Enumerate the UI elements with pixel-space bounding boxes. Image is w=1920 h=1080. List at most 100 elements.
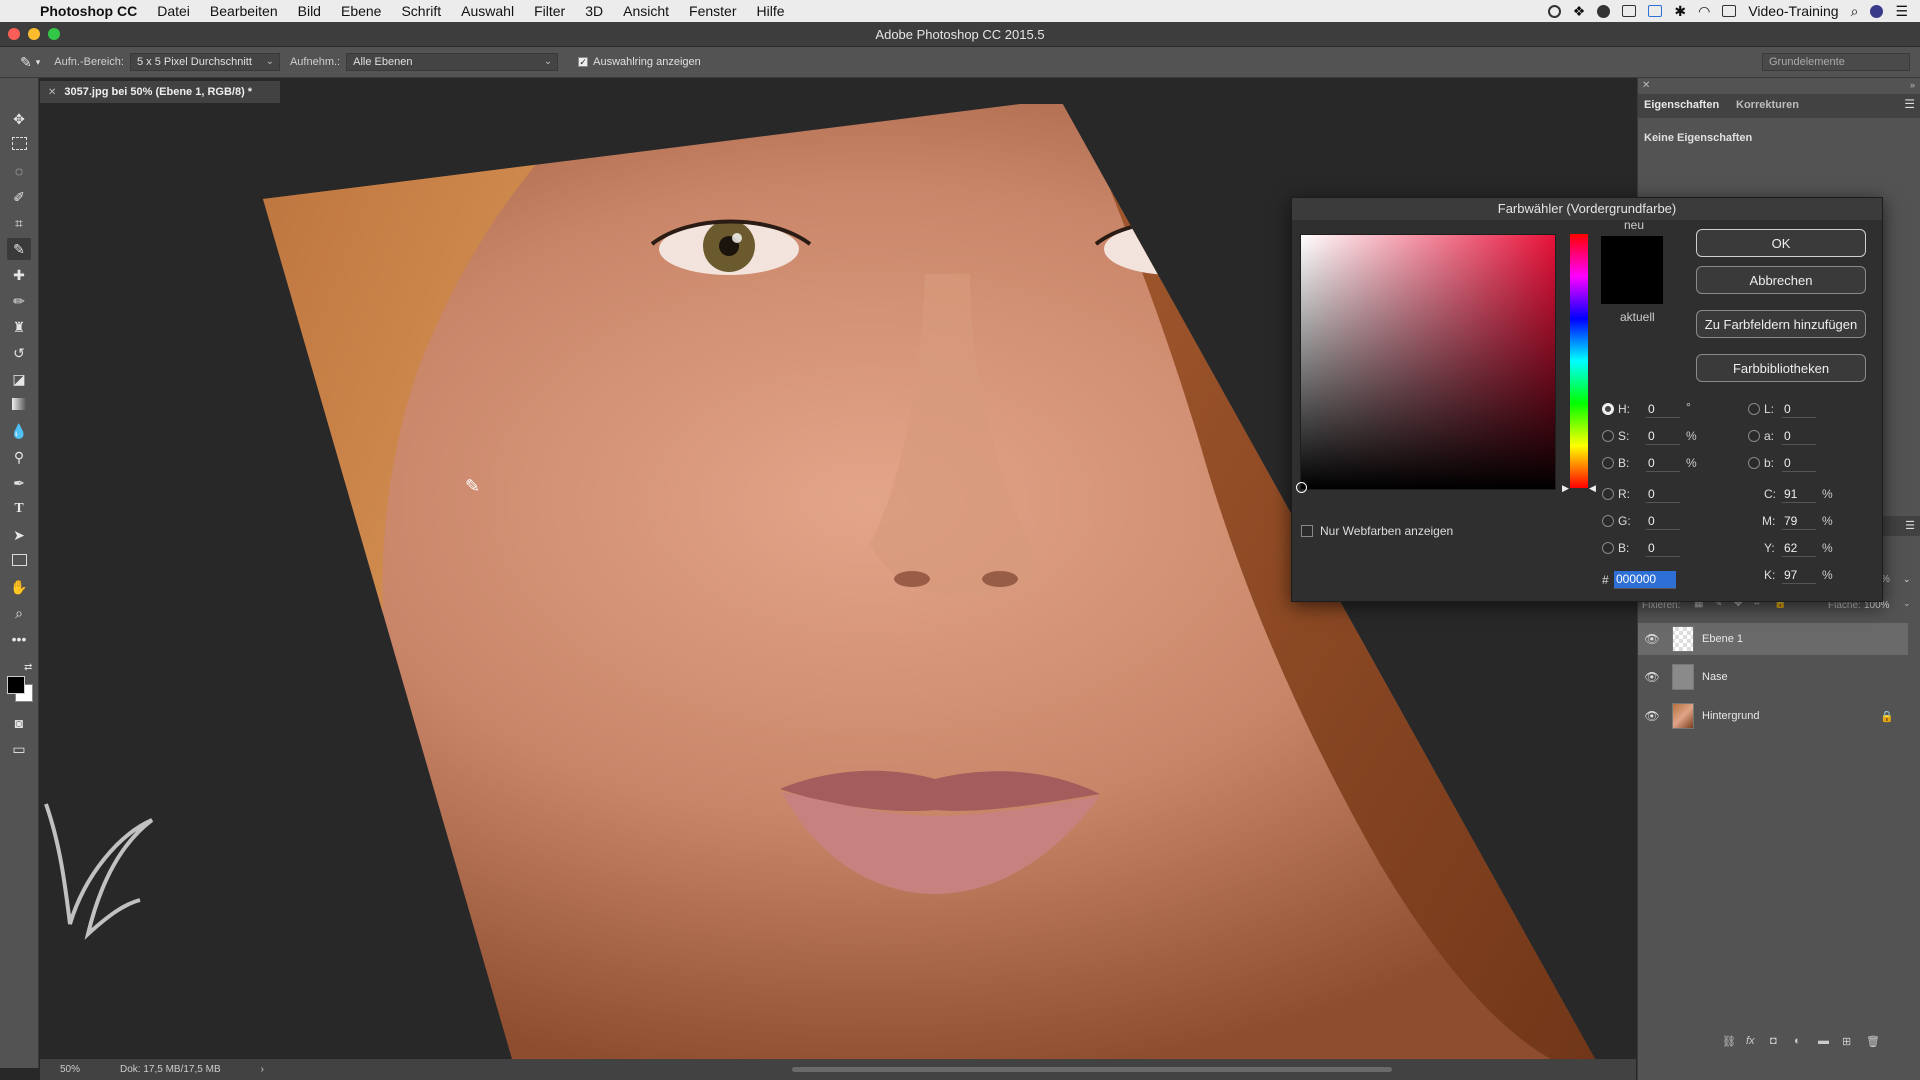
- hue-field[interactable]: 0: [1646, 401, 1680, 418]
- zoom-window-icon[interactable]: [48, 28, 60, 40]
- lab-l-field[interactable]: 0: [1782, 401, 1816, 418]
- layers-panel-menu-icon[interactable]: ☰: [1905, 519, 1915, 532]
- sample-size-select[interactable]: 5 x 5 Pixel Durchschnitt ⌄: [129, 53, 280, 71]
- brightness-field[interactable]: 0: [1646, 455, 1680, 472]
- saturation-field[interactable]: 0: [1646, 428, 1680, 445]
- bluetooth-icon[interactable]: ✱: [1674, 3, 1686, 20]
- preset-dropdown-icon[interactable]: ▾: [36, 57, 41, 68]
- menu-ansicht[interactable]: Ansicht: [613, 3, 679, 19]
- visibility-eye-icon[interactable]: 👁: [1638, 670, 1666, 684]
- layer-row[interactable]: 👁 Ebene 1: [1638, 623, 1908, 655]
- hue-slider[interactable]: [1570, 234, 1588, 488]
- saturation-radio[interactable]: [1602, 430, 1614, 442]
- quick-selection-tool-icon[interactable]: ✐: [7, 186, 31, 208]
- hue-radio[interactable]: [1602, 403, 1614, 415]
- red-field[interactable]: 0: [1646, 486, 1680, 503]
- siri-icon[interactable]: [1870, 4, 1884, 18]
- history-brush-tool-icon[interactable]: ↺: [7, 342, 31, 364]
- workspace-select[interactable]: Grundelemente: [1762, 53, 1910, 71]
- crop-tool-icon[interactable]: ⌗: [7, 212, 31, 234]
- fill-chevron-icon[interactable]: ⌄: [1903, 598, 1911, 609]
- adjustment-layer-icon[interactable]: ◐: [1794, 1035, 1801, 1047]
- red-radio[interactable]: [1602, 488, 1614, 500]
- link-layers-icon[interactable]: ⛓: [1722, 1035, 1736, 1048]
- panel-menu-icon[interactable]: ☰: [1904, 97, 1915, 111]
- layer-row[interactable]: 👁 Hintergrund 🔒: [1638, 700, 1908, 732]
- color-field-marker[interactable]: [1296, 482, 1307, 493]
- dialog-title[interactable]: Farbwähler (Vordergrundfarbe): [1292, 198, 1882, 220]
- opacity-chevron-icon[interactable]: ⌄: [1903, 574, 1911, 585]
- hue-slider-left-handle-icon[interactable]: ▶: [1562, 483, 1569, 494]
- web-colors-checkbox[interactable]: [1301, 525, 1313, 537]
- gradient-tool-icon[interactable]: [7, 394, 31, 416]
- lab-b-field[interactable]: 0: [1782, 455, 1816, 472]
- screen-mode-icon[interactable]: ▭: [7, 738, 31, 760]
- visibility-eye-icon[interactable]: 👁: [1638, 709, 1666, 723]
- airplay-icon[interactable]: [1722, 5, 1737, 17]
- tab-eigenschaften[interactable]: Eigenschaften: [1644, 99, 1719, 111]
- yellow-field[interactable]: 62: [1782, 540, 1816, 557]
- spotlight-search-icon[interactable]: ⌕: [1851, 3, 1859, 20]
- new-group-icon[interactable]: ▬: [1818, 1035, 1829, 1047]
- menu-app-name[interactable]: Photoshop CC: [30, 3, 147, 19]
- delete-layer-icon[interactable]: 🗑: [1866, 1035, 1880, 1048]
- clone-stamp-tool-icon[interactable]: ♜: [7, 316, 31, 338]
- dodge-tool-icon[interactable]: ⚲: [7, 446, 31, 468]
- brightness-radio[interactable]: [1602, 457, 1614, 469]
- zoom-tool-icon[interactable]: ⌕: [7, 602, 31, 624]
- quick-mask-icon[interactable]: ◙: [7, 712, 31, 734]
- menu-auswahl[interactable]: Auswahl: [451, 3, 524, 19]
- sync-icon[interactable]: [1648, 5, 1663, 17]
- color-libraries-button[interactable]: Farbbibliotheken: [1696, 354, 1866, 382]
- layer-row[interactable]: 👁 Nase: [1638, 661, 1908, 693]
- hue-slider-right-handle-icon[interactable]: ◀: [1589, 483, 1596, 494]
- collapse-panel-icon[interactable]: »: [1910, 80, 1915, 90]
- zoom-level[interactable]: 50%: [60, 1064, 80, 1075]
- horizontal-scrollbar[interactable]: [792, 1067, 1392, 1072]
- cancel-button[interactable]: Abbrechen: [1696, 266, 1866, 294]
- display-icon[interactable]: [1622, 5, 1637, 17]
- blue-radio[interactable]: [1602, 542, 1614, 554]
- creative-cloud-icon[interactable]: [1597, 4, 1611, 18]
- notification-center-icon[interactable]: ☰: [1895, 3, 1908, 20]
- menu-datei[interactable]: Datei: [147, 3, 200, 19]
- eyedropper-tool-icon[interactable]: ✎: [7, 238, 31, 260]
- user-name[interactable]: Video-Training: [1748, 3, 1838, 19]
- brush-tool-icon[interactable]: ✏: [7, 290, 31, 312]
- green-radio[interactable]: [1602, 515, 1614, 527]
- wifi-icon[interactable]: ◠: [1698, 3, 1710, 20]
- sample-layers-select[interactable]: Alle Ebenen ⌄: [346, 53, 559, 71]
- current-color-swatch[interactable]: [1601, 270, 1663, 304]
- menu-filter[interactable]: Filter: [524, 3, 575, 19]
- hex-field[interactable]: 000000: [1614, 571, 1676, 589]
- more-tools-icon[interactable]: •••: [7, 628, 31, 650]
- visibility-eye-icon[interactable]: 👁: [1638, 632, 1666, 646]
- record-icon[interactable]: [1547, 4, 1561, 18]
- close-tab-icon[interactable]: ✕: [48, 87, 56, 98]
- magenta-field[interactable]: 79: [1782, 513, 1816, 530]
- dropbox-icon[interactable]: ❖: [1573, 3, 1586, 20]
- menu-ebene[interactable]: Ebene: [331, 3, 391, 19]
- healing-brush-tool-icon[interactable]: ✚: [7, 264, 31, 286]
- status-menu-arrow-icon[interactable]: ›: [261, 1064, 264, 1075]
- lab-b-radio[interactable]: [1748, 457, 1760, 469]
- menu-bild[interactable]: Bild: [288, 3, 331, 19]
- menu-schrift[interactable]: Schrift: [391, 3, 451, 19]
- green-field[interactable]: 0: [1646, 513, 1680, 530]
- lab-a-field[interactable]: 0: [1782, 428, 1816, 445]
- menu-3d[interactable]: 3D: [575, 3, 613, 19]
- menu-bearbeiten[interactable]: Bearbeiten: [200, 3, 288, 19]
- path-selection-tool-icon[interactable]: ➤: [7, 524, 31, 546]
- black-field[interactable]: 97: [1782, 567, 1816, 584]
- cyan-field[interactable]: 91: [1782, 486, 1816, 503]
- type-tool-icon[interactable]: T: [7, 498, 31, 520]
- eraser-tool-icon[interactable]: ◪: [7, 368, 31, 390]
- move-tool-icon[interactable]: ✥: [7, 108, 31, 130]
- add-to-swatches-button[interactable]: Zu Farbfeldern hinzufügen: [1696, 310, 1866, 338]
- document-tab[interactable]: ✕ 3057.jpg bei 50% (Ebene 1, RGB/8) *: [40, 81, 280, 103]
- add-mask-icon[interactable]: ◘: [1770, 1035, 1777, 1047]
- layer-style-icon[interactable]: fx: [1746, 1035, 1755, 1047]
- ok-button[interactable]: OK: [1696, 229, 1866, 257]
- lab-l-radio[interactable]: [1748, 403, 1760, 415]
- menu-hilfe[interactable]: Hilfe: [747, 3, 795, 19]
